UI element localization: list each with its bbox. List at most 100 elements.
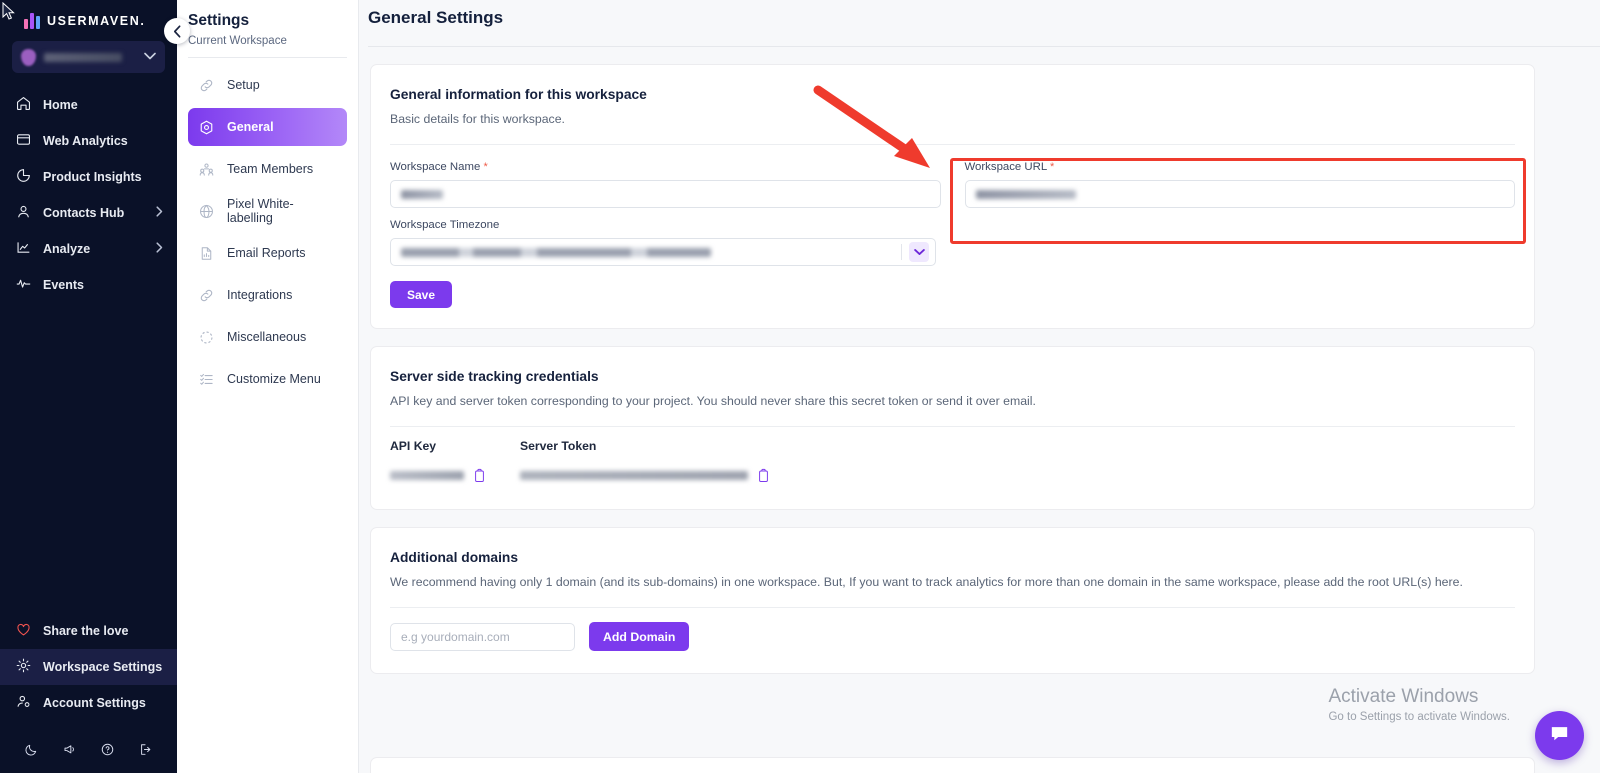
chat-bubble-icon bbox=[1548, 722, 1571, 750]
target-hexagon-icon bbox=[198, 119, 215, 136]
add-domain-row: Add Domain bbox=[371, 608, 1534, 673]
server-token-value-row bbox=[520, 468, 770, 483]
settings-nav-item-label: Customize Menu bbox=[227, 372, 321, 386]
workspace-avatar bbox=[21, 49, 36, 66]
settings-panel-subtitle: Current Workspace bbox=[177, 30, 358, 47]
settings-nav-list: Setup General Team Members Pixel White-l… bbox=[177, 58, 358, 398]
sidebar-item-label: Home bbox=[43, 98, 163, 112]
chevron-right-icon bbox=[156, 206, 163, 220]
settings-panel-title: Settings bbox=[177, 12, 358, 30]
logout-icon[interactable] bbox=[138, 742, 153, 757]
workspace-name-group: Workspace Name * bbox=[390, 161, 953, 208]
sidebar-item-label: Events bbox=[43, 278, 163, 292]
settings-nav-item-label: Pixel White-labelling bbox=[227, 197, 337, 225]
brand-name: USERMAVEN. bbox=[47, 14, 145, 28]
sidebar-item-account-settings[interactable]: Account Settings bbox=[0, 685, 177, 721]
sidebar-item-home[interactable]: Home bbox=[0, 87, 177, 123]
main-content: General Settings General information for… bbox=[359, 0, 1600, 773]
sidebar-item-analyze[interactable]: Analyze bbox=[0, 231, 177, 267]
workspace-url-group: Workspace URL * bbox=[953, 161, 1516, 208]
sidebar-item-label: Workspace Settings bbox=[43, 660, 163, 674]
settings-nav-item-general[interactable]: General bbox=[188, 108, 347, 146]
link-icon bbox=[198, 77, 215, 94]
server-token-group: Server Token bbox=[520, 439, 770, 483]
window-icon bbox=[15, 131, 32, 151]
workspace-timezone-select[interactable] bbox=[390, 238, 936, 266]
megaphone-icon[interactable] bbox=[62, 742, 77, 757]
sidebar-item-label: Share the love bbox=[43, 624, 163, 638]
save-button[interactable]: Save bbox=[390, 281, 452, 308]
settings-nav-item-label: Miscellaneous bbox=[227, 330, 306, 344]
sidebar-item-share-the-love[interactable]: Share the love bbox=[0, 613, 177, 649]
header-divider bbox=[368, 46, 1600, 47]
settings-navigation-panel: Settings Current Workspace Setup General bbox=[177, 0, 359, 773]
sidebar-item-workspace-settings[interactable]: Workspace Settings bbox=[0, 649, 177, 685]
sidebar-spacer bbox=[0, 303, 177, 613]
sidebar-collapse-button[interactable] bbox=[164, 18, 190, 44]
settings-nav-item-setup[interactable]: Setup bbox=[188, 66, 347, 104]
pulse-icon bbox=[15, 275, 32, 295]
workspace-name-input[interactable] bbox=[390, 180, 941, 208]
main-navigation: Home Web Analytics Product Insights Cont… bbox=[0, 87, 177, 303]
workspace-url-input[interactable] bbox=[965, 180, 1516, 208]
sidebar-item-label: Web Analytics bbox=[43, 134, 163, 148]
workspace-name-redacted bbox=[44, 53, 122, 62]
settings-nav-item-miscellaneous[interactable]: Miscellaneous bbox=[188, 318, 347, 356]
chevron-down-icon bbox=[144, 52, 156, 63]
sidebar-item-label: Contacts Hub bbox=[43, 206, 145, 220]
workspace-timezone-value-redacted bbox=[401, 248, 711, 257]
chevron-down-icon[interactable] bbox=[909, 242, 929, 262]
domains-card-heading: Additional domains bbox=[390, 550, 1515, 565]
sidebar-item-label: Product Insights bbox=[43, 170, 163, 184]
additional-domains-card: Additional domains We recommend having o… bbox=[370, 527, 1535, 674]
add-domain-button[interactable]: Add Domain bbox=[589, 622, 689, 651]
settings-nav-item-customize-menu[interactable]: Customize Menu bbox=[188, 360, 347, 398]
sidebar-item-product-insights[interactable]: Product Insights bbox=[0, 159, 177, 195]
settings-nav-item-label: Email Reports bbox=[227, 246, 306, 260]
workspace-name-label-text: Workspace Name bbox=[390, 161, 480, 173]
general-card-subheading: Basic details for this workspace. bbox=[390, 112, 1515, 126]
credentials-row: API Key Server Token bbox=[371, 427, 1534, 509]
sidebar-footer-icons bbox=[0, 725, 177, 773]
sidebar-item-contacts-hub[interactable]: Contacts Hub bbox=[0, 195, 177, 231]
credentials-card-subheading: API key and server token corresponding t… bbox=[390, 394, 1515, 408]
moon-icon[interactable] bbox=[24, 742, 39, 757]
server-token-value-redacted bbox=[520, 471, 748, 480]
settings-nav-item-integrations[interactable]: Integrations bbox=[188, 276, 347, 314]
general-form-grid: Workspace Name * Workspace URL * bbox=[371, 145, 1534, 208]
clipboard-icon[interactable] bbox=[473, 468, 486, 483]
settings-nav-item-label: Team Members bbox=[227, 162, 313, 176]
domain-input[interactable] bbox=[390, 623, 575, 651]
mouse-cursor-icon bbox=[2, 2, 15, 21]
sidebar-item-label: Account Settings bbox=[43, 696, 163, 710]
settings-nav-item-team-members[interactable]: Team Members bbox=[188, 150, 347, 188]
logo-bars-icon bbox=[24, 13, 40, 29]
api-key-value-row bbox=[390, 468, 520, 483]
pie-chart-icon bbox=[15, 167, 32, 187]
sidebar-item-web-analytics[interactable]: Web Analytics bbox=[0, 123, 177, 159]
workspace-selector[interactable] bbox=[12, 41, 165, 73]
next-card-partial bbox=[370, 757, 1535, 773]
user-icon bbox=[15, 203, 32, 223]
chat-bubble-button[interactable] bbox=[1535, 711, 1584, 760]
workspace-name-value-redacted bbox=[401, 190, 443, 199]
settings-nav-item-email-reports[interactable]: Email Reports bbox=[188, 234, 347, 272]
required-marker: * bbox=[484, 161, 488, 173]
watermark-line-2: Go to Settings to activate Windows. bbox=[1328, 711, 1510, 723]
app-root: USERMAVEN. Home Web Analytics bbox=[0, 0, 1600, 773]
watermark-line-1: Activate Windows bbox=[1328, 686, 1510, 708]
sidebar-item-events[interactable]: Events bbox=[0, 267, 177, 303]
settings-nav-item-label: General bbox=[227, 120, 274, 134]
sidebar-bottom-navigation: Share the love Workspace Settings Accoun… bbox=[0, 613, 177, 725]
select-separator bbox=[901, 244, 902, 260]
user-gear-icon bbox=[15, 693, 32, 713]
workspace-timezone-group: Workspace Timezone bbox=[390, 219, 936, 266]
link-icon bbox=[198, 287, 215, 304]
question-circle-icon[interactable] bbox=[100, 742, 115, 757]
general-information-card: General information for this workspace B… bbox=[370, 64, 1535, 329]
brand-logo[interactable]: USERMAVEN. bbox=[0, 0, 177, 29]
people-icon bbox=[198, 161, 215, 178]
clipboard-icon[interactable] bbox=[757, 468, 770, 483]
settings-nav-item-pixel-white-labelling[interactable]: Pixel White-labelling bbox=[188, 192, 347, 230]
general-card-heading: General information for this workspace bbox=[390, 87, 1515, 102]
